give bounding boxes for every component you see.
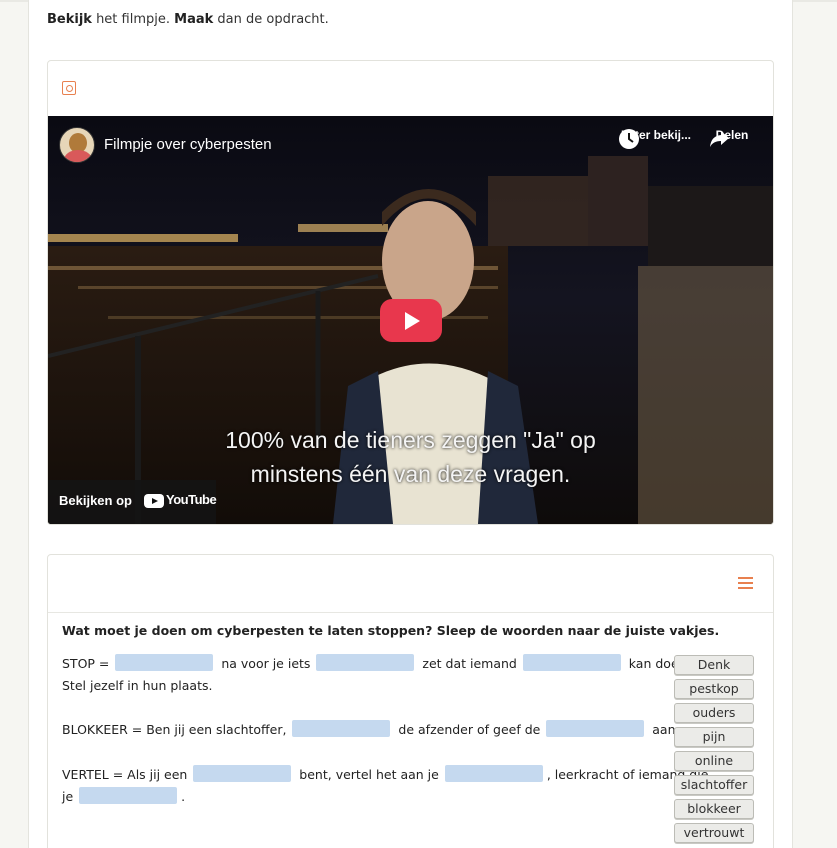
channel-avatar[interactable] <box>59 127 95 163</box>
video-card: Filmpje over cyberpesten Later bekij... … <box>47 60 774 525</box>
youtube-logo-icon: YouTube <box>144 492 217 512</box>
text: bent, vertel het aan je <box>295 767 443 782</box>
stop-line-2: Stel jezelf in hun plaats. <box>62 678 213 693</box>
intro-text: dan de opdracht. <box>213 12 329 27</box>
draggable-word[interactable]: slachtoffer <box>674 775 754 795</box>
drop-zone[interactable] <box>292 720 391 737</box>
drop-zone[interactable] <box>444 765 543 782</box>
blokkeer-line: BLOKKEER = Ben jij een slachtoffer, de a… <box>62 719 680 741</box>
draggable-word[interactable]: online <box>674 751 754 771</box>
drop-zone[interactable] <box>546 720 645 737</box>
text: VERTEL = Als jij een <box>62 767 192 782</box>
draggable-word[interactable]: pijn <box>674 727 754 747</box>
video-subtitle-line: 100% van de tieners zeggen "Ja" op <box>225 427 596 453</box>
watch-on-label: Bekijken op <box>59 493 132 508</box>
text: na voor je iets <box>217 656 315 671</box>
youtube-player[interactable]: Filmpje over cyberpesten Later bekij... … <box>48 116 773 524</box>
text: zet dat iemand <box>418 656 521 671</box>
drop-zone[interactable] <box>316 654 415 671</box>
embed-icon <box>62 81 76 95</box>
watch-on-youtube-link[interactable]: Bekijken op YouTube <box>48 480 217 524</box>
intro-text: het filmpje. <box>91 12 175 27</box>
draggable-word[interactable]: Denk <box>674 655 754 675</box>
share-button[interactable]: Delen <box>708 128 756 147</box>
vertel-line: VERTEL = Als jij een bent, vertel het aa… <box>62 764 708 786</box>
drop-zone[interactable] <box>115 654 214 671</box>
list-icon <box>738 577 753 590</box>
draggable-word[interactable]: blokkeer <box>674 799 754 819</box>
text: . <box>181 789 186 804</box>
share-arrow-icon <box>710 131 729 147</box>
word-bank: Denk pestkop ouders pijn online slachtof… <box>674 655 754 847</box>
text: STOP = <box>62 656 114 671</box>
drop-zone[interactable] <box>193 765 292 782</box>
draggable-word[interactable]: pestkop <box>674 679 754 699</box>
clock-icon <box>619 129 639 149</box>
draggable-word[interactable]: vertrouwt <box>674 823 754 843</box>
drop-zone[interactable] <box>522 654 621 671</box>
text: BLOKKEER = Ben jij een slachtoffer, <box>62 722 291 737</box>
drag-words-card: Wat moet je doen om cyberpesten te laten… <box>47 554 774 848</box>
youtube-wordmark: YouTube <box>166 492 217 507</box>
intro-instruction: Bekijk het filmpje. Maak dan de opdracht… <box>47 12 329 27</box>
vertel-line-2: je . <box>62 786 185 808</box>
text: de afzender of geef de <box>394 722 545 737</box>
drop-zone[interactable] <box>79 787 178 804</box>
watch-later-button[interactable]: Later bekij... <box>618 128 694 149</box>
intro-bold-watch: Bekijk <box>47 12 92 27</box>
quiz-header <box>48 555 773 613</box>
intro-bold-do: Maak <box>174 12 214 27</box>
stop-line: STOP = na voor je iets zet dat iemand ka… <box>62 653 691 675</box>
play-button[interactable] <box>380 299 442 342</box>
quiz-question: Wat moet je doen om cyberpesten te laten… <box>62 623 720 638</box>
text: je <box>62 789 78 804</box>
video-title[interactable]: Filmpje over cyberpesten <box>104 136 272 153</box>
draggable-word[interactable]: ouders <box>674 703 754 723</box>
